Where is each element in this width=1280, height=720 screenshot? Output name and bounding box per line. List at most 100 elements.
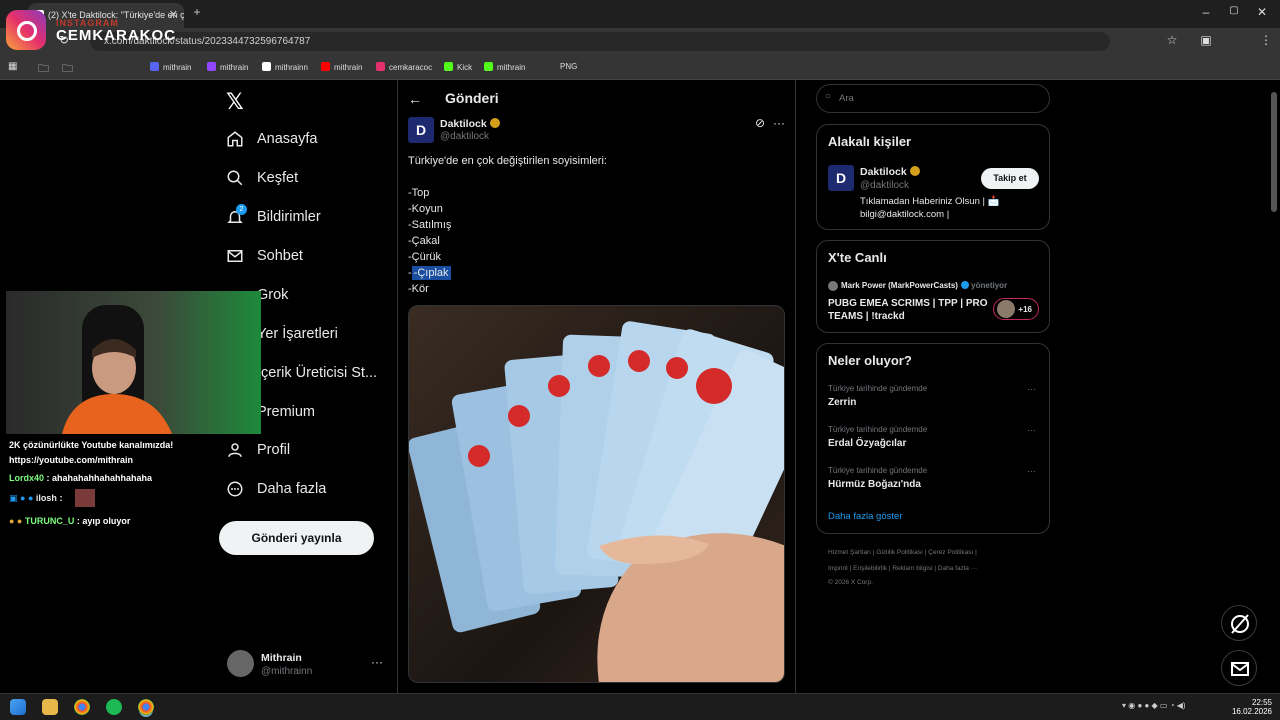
chat-emote bbox=[75, 489, 95, 507]
bookmark-item[interactable]: mithrain bbox=[207, 62, 248, 72]
show-more-link[interactable]: Daha fazla göster bbox=[828, 511, 902, 522]
chat-message: https://youtube.com/mithrain bbox=[9, 455, 134, 465]
more-options-icon[interactable]: ··· bbox=[773, 116, 785, 130]
grok-icon bbox=[1231, 614, 1249, 634]
tweet-line: -Koyun bbox=[408, 203, 443, 215]
live-host[interactable]: Mark Power (MarkPowerCasts) yönetiyor bbox=[841, 281, 1007, 290]
extensions-icon[interactable]: ▣ bbox=[1196, 33, 1216, 47]
copyright: © 2026 X Corp. bbox=[828, 579, 873, 586]
menu-icon[interactable]: ⋮ bbox=[1256, 33, 1276, 47]
clock[interactable]: 22:55 16.02.2026 bbox=[1230, 698, 1272, 716]
account-handle: @mithrainn bbox=[261, 666, 313, 677]
messages-fab-button[interactable] bbox=[1221, 650, 1257, 686]
back-arrow-icon[interactable]: ← bbox=[408, 91, 422, 107]
more-options-icon[interactable]: ··· bbox=[1027, 466, 1036, 476]
chat-message: Lordx40 : ahahahahhahahhahaha bbox=[9, 473, 153, 483]
tweet-line: -Kör bbox=[408, 283, 429, 295]
trend-item[interactable]: Erdal Özyağcılar bbox=[828, 438, 906, 449]
file-explorer-icon[interactable] bbox=[42, 699, 58, 715]
more-options-icon[interactable]: ··· bbox=[1027, 384, 1036, 394]
grok-icon[interactable]: ⊘ bbox=[755, 116, 765, 130]
bookmark-item[interactable]: PNG bbox=[560, 62, 577, 71]
avatar[interactable] bbox=[227, 650, 254, 677]
streamer-figure bbox=[62, 339, 172, 434]
tweet-image[interactable] bbox=[408, 305, 785, 683]
chrome-icon[interactable] bbox=[138, 699, 154, 715]
verified-badge-icon bbox=[489, 118, 500, 128]
notification-badge: 2 bbox=[236, 204, 247, 215]
avatar[interactable]: D bbox=[828, 165, 854, 191]
more-circle-icon bbox=[227, 481, 243, 497]
footer-links[interactable]: Imprint | Erişilebilirlik | Reklam bilgi… bbox=[828, 565, 977, 572]
maximize-button[interactable]: ▢ bbox=[1224, 5, 1244, 16]
trend-context: Türkiye tarihinde gündemde bbox=[828, 466, 928, 475]
taskbar: ▾ ◉ ● ● ◆ ▭ ◔ ◀) 22:55 16.02.2026 bbox=[0, 693, 1280, 720]
scrollbar[interactable] bbox=[1271, 92, 1277, 212]
minimize-button[interactable]: – bbox=[1196, 5, 1216, 19]
tweet-line: -Top bbox=[408, 187, 430, 199]
overlay-name: CEMKARAKOC bbox=[56, 27, 176, 44]
chrome-icon[interactable] bbox=[74, 699, 90, 715]
close-window-button[interactable]: ✕ bbox=[1252, 5, 1272, 19]
x-logo-icon[interactable]: 𝕏 bbox=[226, 89, 244, 115]
new-tab-button[interactable]: + bbox=[187, 5, 207, 19]
chat-message: 2K çözünürlükte Youtube kanalımızda! bbox=[9, 440, 174, 450]
verified-badge-icon bbox=[909, 166, 920, 176]
folder-icon[interactable]: 🗀 bbox=[38, 60, 49, 79]
instagram-logo-icon bbox=[6, 10, 46, 50]
tweet-line: -Satılmış bbox=[408, 219, 452, 231]
search-input[interactable]: Ara bbox=[816, 84, 1050, 113]
spotify-icon[interactable] bbox=[106, 699, 122, 715]
tweet-text: Türkiye'de en çok değiştirilen soyisimle… bbox=[408, 155, 607, 167]
person-icon bbox=[228, 443, 242, 457]
bookmark-star-icon[interactable]: ☆ bbox=[1162, 33, 1182, 47]
post-button[interactable]: Gönderi yayınla bbox=[219, 521, 374, 555]
tweet-line: -Çakal bbox=[408, 235, 440, 247]
bookmark-item[interactable]: mithrain bbox=[484, 62, 525, 72]
bookmark-item[interactable]: mithrainn bbox=[262, 62, 308, 72]
trends-panel: Neler oluyor? Türkiye tarihinde gündemde… bbox=[816, 343, 1050, 534]
trend-item[interactable]: Zerrin bbox=[828, 397, 856, 408]
relevant-handle[interactable]: @daktilock bbox=[860, 180, 909, 191]
relevant-name[interactable]: Daktilock bbox=[860, 166, 920, 178]
verified-badge-icon bbox=[960, 281, 969, 289]
author-handle[interactable]: @daktilock bbox=[440, 131, 489, 142]
selected-text: -Çıplak bbox=[411, 266, 451, 280]
windows-start-icon[interactable] bbox=[10, 699, 26, 715]
home-icon bbox=[227, 131, 243, 147]
live-title[interactable]: PUBG EMEA SCRIMS | TPP | PRO TEAMS | !tr… bbox=[828, 297, 988, 323]
tray-icons[interactable]: ▾ ◉ ● ● ◆ ▭ ◔ ◀) bbox=[1122, 701, 1186, 710]
bookmark-item[interactable]: mithrain bbox=[321, 62, 362, 72]
more-options-icon[interactable]: ··· bbox=[1027, 425, 1036, 435]
chat-message: ▣ ● ● ilosh : bbox=[9, 489, 95, 507]
panel-title: X'te Canlı bbox=[828, 250, 887, 265]
tab-bar: (2) X'te Daktilock: "Türkiye'de en çok ✕… bbox=[0, 0, 1280, 28]
bookmark-item[interactable]: Kick bbox=[444, 62, 472, 72]
avatar bbox=[828, 281, 838, 291]
tweet-line: - -Çıplak bbox=[408, 266, 451, 280]
trend-item[interactable]: Hürmüz Boğazı'nda bbox=[828, 479, 921, 490]
account-menu-icon[interactable]: ··· bbox=[371, 655, 383, 669]
grok-fab-button[interactable] bbox=[1221, 605, 1257, 641]
bookmark-item[interactable]: mithrain bbox=[150, 62, 191, 72]
avatar bbox=[997, 300, 1015, 318]
apps-icon[interactable]: ▦ bbox=[8, 61, 17, 72]
mail-icon bbox=[227, 250, 243, 262]
follow-button[interactable]: Takip et bbox=[981, 168, 1039, 189]
footer-links[interactable]: Hizmet Şartları | Gizlilik Politikası | … bbox=[828, 549, 977, 556]
chat-message: ● ● TURUNC_U : ayıp oluyor bbox=[9, 516, 131, 526]
author-name[interactable]: Daktilock bbox=[440, 118, 500, 130]
mail-icon bbox=[1231, 662, 1249, 676]
bookmarks-bar: ▦ 🗀 🗀 mithrain mithrain mithrainn mithra… bbox=[0, 55, 1280, 80]
author-avatar[interactable]: D bbox=[408, 117, 434, 143]
panel-title: Neler oluyor? bbox=[828, 353, 912, 368]
account-name: Mithrain bbox=[261, 652, 302, 664]
folder-icon[interactable]: 🗀 bbox=[62, 60, 73, 79]
close-tab-icon[interactable]: ✕ bbox=[169, 8, 178, 21]
page-title: Gönderi bbox=[445, 90, 499, 106]
bookmark-item[interactable]: cemkaracoc bbox=[376, 62, 432, 72]
bio: Tıklamadan Haberiniz Olsun | 📩 bilgi@dak… bbox=[860, 196, 1000, 220]
url-input[interactable]: x.com/daktilock/status/20233447325967647… bbox=[90, 32, 1110, 51]
panel-title: Alakalı kişiler bbox=[828, 134, 912, 149]
trend-context: Türkiye tarihinde gündemde bbox=[828, 384, 928, 393]
